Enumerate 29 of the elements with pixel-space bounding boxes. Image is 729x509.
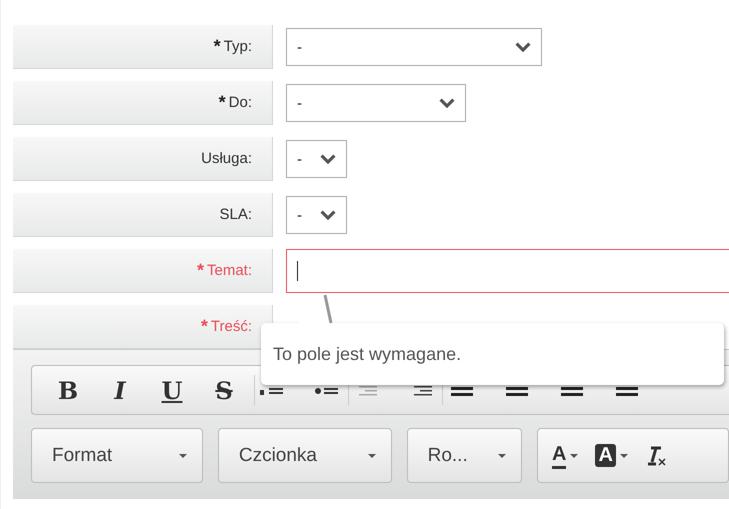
field-label: * Typ: <box>13 25 273 69</box>
toolbar-dropdown[interactable]: Czcionka <box>218 428 392 483</box>
select-field[interactable]: - <box>286 28 542 66</box>
text-color-button[interactable]: A <box>552 442 580 468</box>
caret-icon <box>178 452 188 458</box>
field-label: Usługa: <box>13 137 273 181</box>
italic-button[interactable]: I <box>94 370 146 410</box>
select-field[interactable]: - <box>286 84 466 122</box>
caret-icon <box>618 452 629 458</box>
underline-button[interactable]: U <box>146 370 198 410</box>
chevron-down-icon <box>439 98 455 108</box>
caret-icon <box>496 452 507 458</box>
chevron-down-icon <box>515 42 531 52</box>
caret-icon <box>569 452 580 458</box>
toolbar-dropdown[interactable]: Format <box>31 428 203 483</box>
strike-button[interactable]: S <box>198 370 250 410</box>
subject-field[interactable] <box>286 249 729 293</box>
select-field[interactable]: - <box>286 140 347 178</box>
field-label: * Do: <box>13 81 273 125</box>
field-label: * Temat: <box>13 249 273 293</box>
field-label: SLA: <box>13 193 273 237</box>
bold-button[interactable]: B <box>42 370 94 410</box>
field-label: * Treść: <box>13 305 273 349</box>
caret-icon <box>366 452 377 458</box>
select-field[interactable]: - <box>286 196 347 234</box>
tooltip-text: To pole jest wymagane. <box>273 344 462 364</box>
chevron-down-icon <box>320 210 336 220</box>
toolbar-dropdown[interactable]: Ro... <box>406 428 522 483</box>
chevron-down-icon <box>320 154 336 164</box>
